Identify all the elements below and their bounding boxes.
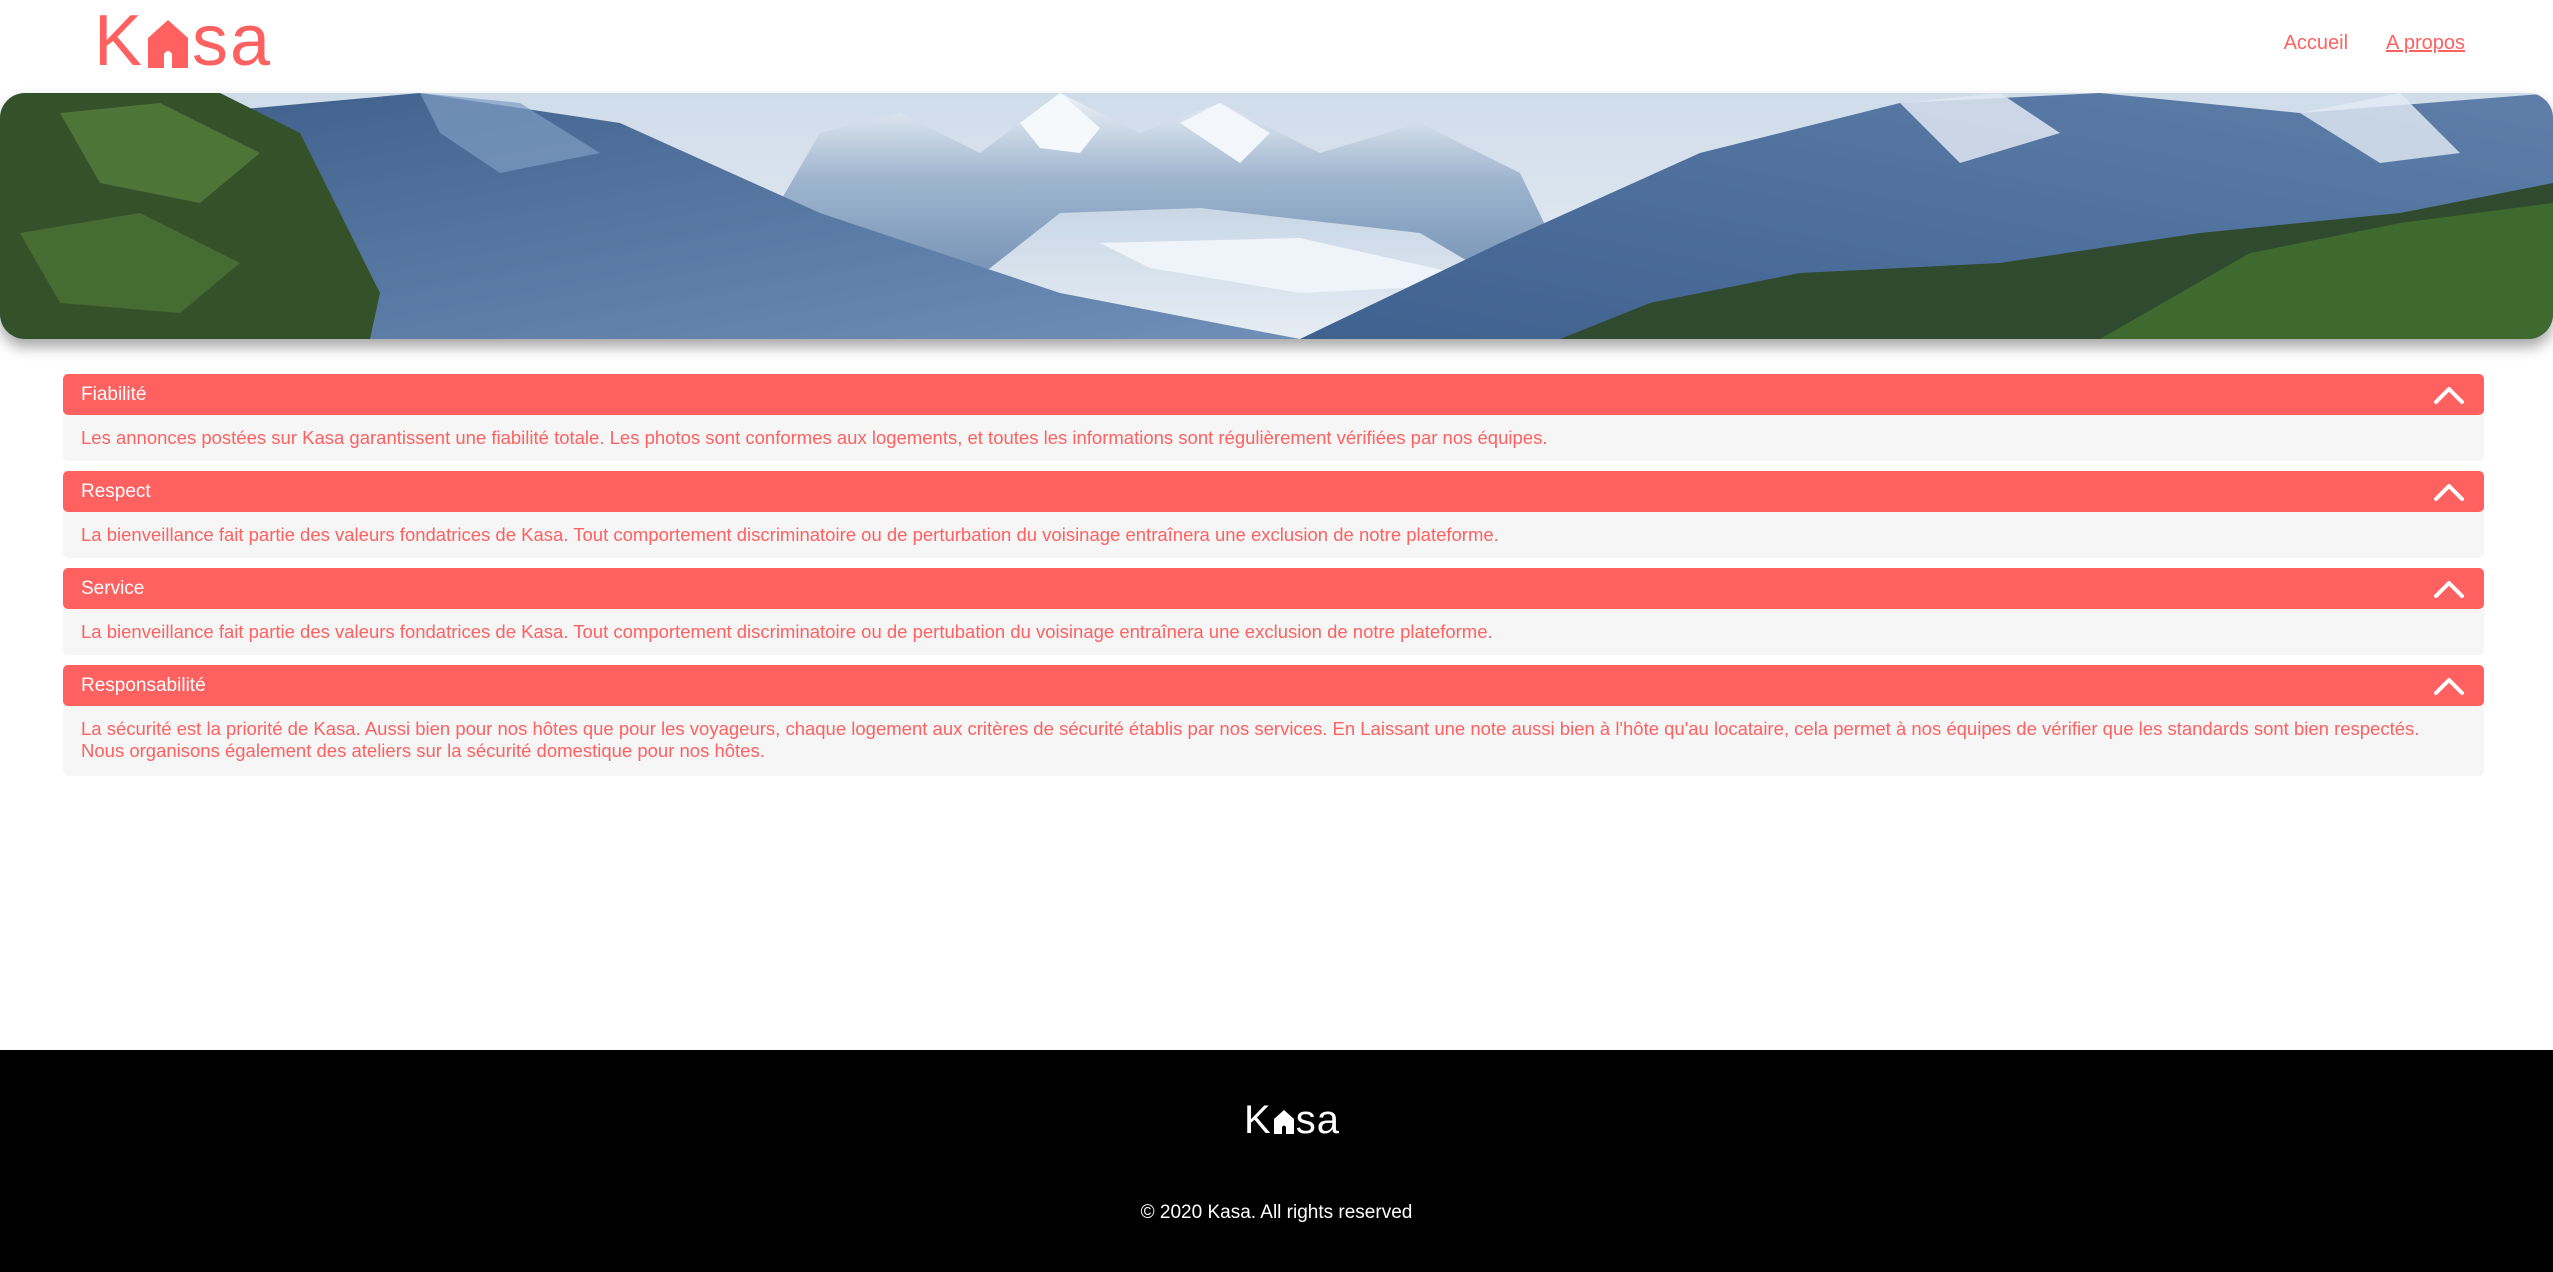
main-nav: Accueil A propos (2284, 32, 2465, 55)
kasa-logo[interactable]: K sa (94, 5, 272, 77)
collapse-title: Fiabilité (81, 383, 147, 405)
house-icon (148, 20, 189, 68)
collapse-content: La bienveillance fait partie des valeurs… (63, 512, 2484, 558)
collapse-service: Service La bienveillance fait partie des… (63, 568, 2484, 655)
chevron-up-icon[interactable] (2433, 385, 2465, 405)
collapse-responsabilite: Responsabilité La sécurité est la priori… (63, 665, 2484, 776)
collapse-title: Responsabilité (81, 674, 206, 696)
nav-link-accueil[interactable]: Accueil (2284, 32, 2348, 55)
footer-logo-letter-k: K (1244, 1098, 1272, 1142)
collapse-respect: Respect La bienveillance fait partie des… (63, 471, 2484, 558)
footer-logo-letters-sa: sa (1295, 1098, 1340, 1142)
about-banner-image (0, 93, 2553, 339)
collapse-title: Respect (81, 480, 151, 502)
collapse-header-service[interactable]: Service (63, 568, 2484, 609)
collapse-content: La sécurité est la priorité de Kasa. Aus… (63, 706, 2484, 776)
collapse-header-fiabilite[interactable]: Fiabilité (63, 374, 2484, 415)
values-collapse-list: Fiabilité Les annonces postées sur Kasa … (63, 374, 2484, 786)
logo-letter-k: K (94, 1, 145, 81)
collapse-title: Service (81, 577, 145, 599)
chevron-up-icon[interactable] (2433, 676, 2465, 696)
chevron-up-icon[interactable] (2433, 482, 2465, 502)
collapse-content: Les annonces postées sur Kasa garantisse… (63, 415, 2484, 461)
collapse-header-respect[interactable]: Respect (63, 471, 2484, 512)
copyright-text: © 2020 Kasa. All rights reserved (1140, 1202, 1413, 1223)
chevron-up-icon[interactable] (2433, 579, 2465, 599)
mountain-landscape-illustration (0, 93, 2553, 339)
logo-letters-sa: sa (192, 1, 273, 81)
footer-logo: K sa (1244, 1100, 1340, 1140)
site-header: K sa Accueil A propos (0, 0, 2553, 93)
house-icon (1273, 1110, 1294, 1134)
nav-link-a-propos[interactable]: A propos (2386, 32, 2465, 55)
site-footer: K sa (0, 1050, 2553, 1272)
collapse-header-responsabilite[interactable]: Responsabilité (63, 665, 2484, 706)
collapse-content: La bienveillance fait partie des valeurs… (63, 609, 2484, 655)
collapse-fiabilite: Fiabilité Les annonces postées sur Kasa … (63, 374, 2484, 461)
